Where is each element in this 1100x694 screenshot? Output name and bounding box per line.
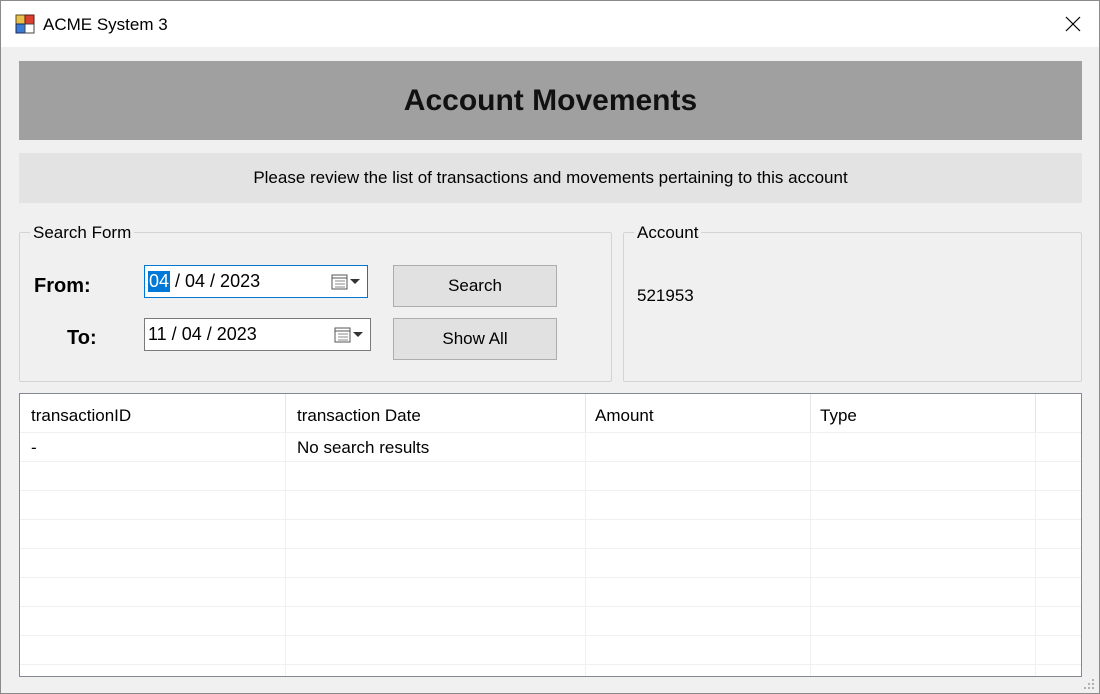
- empty-cell: [286, 491, 586, 519]
- close-button[interactable]: [1047, 1, 1099, 47]
- empty-row: [20, 577, 1081, 606]
- empty-cell: [811, 549, 1036, 577]
- calendar-dropdown-icon[interactable]: [331, 273, 361, 291]
- column-header-transaction-id[interactable]: transactionID: [20, 394, 286, 432]
- cell-type: [811, 433, 1036, 461]
- empty-cell: [286, 520, 586, 548]
- close-icon: [1065, 16, 1081, 32]
- empty-cell: [811, 520, 1036, 548]
- empty-cell: [586, 549, 811, 577]
- to-date-value: 11 / 04 / 2023: [148, 324, 257, 344]
- empty-cell: [811, 636, 1036, 664]
- empty-cell: [811, 462, 1036, 490]
- empty-cell: [586, 665, 811, 676]
- from-date-picker[interactable]: 04 / 04 / 2023: [144, 265, 368, 298]
- to-date-picker[interactable]: 11 / 04 / 2023: [144, 318, 371, 351]
- subtitle-banner: Please review the list of transactions a…: [19, 153, 1082, 203]
- transactions-grid[interactable]: transactionID transaction Date Amount Ty…: [19, 393, 1082, 677]
- empty-row: [20, 490, 1081, 519]
- empty-cell: [20, 665, 286, 676]
- empty-cell: [586, 636, 811, 664]
- page-title: Account Movements: [403, 83, 698, 117]
- empty-cell: [20, 549, 286, 577]
- empty-cell: [20, 578, 286, 606]
- calendar-dropdown-icon[interactable]: [334, 326, 364, 344]
- empty-cell: [20, 636, 286, 664]
- empty-cell: [586, 462, 811, 490]
- search-form-legend: Search Form: [30, 223, 135, 243]
- search-button[interactable]: Search: [393, 265, 557, 307]
- account-number: 521953: [637, 286, 694, 305]
- window-title: ACME System 3: [43, 15, 168, 34]
- cell-amount: [586, 433, 811, 461]
- empty-cell: [586, 607, 811, 635]
- empty-cell: [811, 578, 1036, 606]
- column-header-type[interactable]: Type: [811, 394, 1036, 432]
- empty-row: [20, 461, 1081, 490]
- from-date-rest: / 04 / 2023: [170, 271, 261, 291]
- cell-transaction-date: No search results: [286, 433, 586, 461]
- empty-row: [20, 606, 1081, 635]
- empty-row: [20, 519, 1081, 548]
- empty-cell: [586, 578, 811, 606]
- empty-row: [20, 548, 1081, 577]
- header-banner: Account Movements: [19, 61, 1082, 140]
- table-row[interactable]: - No search results: [20, 432, 1081, 461]
- empty-cell: [811, 607, 1036, 635]
- account-group: Account: [623, 223, 1082, 382]
- to-label: To:: [67, 327, 97, 349]
- empty-row: [20, 635, 1081, 664]
- size-grip-icon[interactable]: [1083, 678, 1095, 690]
- empty-cell: [586, 520, 811, 548]
- grid-header: transactionID transaction Date Amount Ty…: [20, 394, 1081, 432]
- empty-cell: [20, 491, 286, 519]
- empty-row: [20, 664, 1081, 676]
- empty-cell: [286, 578, 586, 606]
- from-date-day[interactable]: 04: [148, 271, 171, 292]
- empty-cell: [20, 520, 286, 548]
- empty-cell: [811, 665, 1036, 676]
- from-label: From:: [34, 275, 91, 297]
- app-window: ACME System 3 Account Movements Please r…: [0, 0, 1100, 694]
- title-bar[interactable]: ACME System 3: [1, 1, 1099, 47]
- empty-cell: [286, 665, 586, 676]
- empty-cell: [286, 549, 586, 577]
- cell-transaction-id: -: [20, 433, 286, 461]
- acme-app-icon: [15, 14, 35, 34]
- empty-cell: [286, 607, 586, 635]
- show-all-button[interactable]: Show All: [393, 318, 557, 360]
- empty-cell: [286, 462, 586, 490]
- empty-cell: [20, 462, 286, 490]
- empty-cell: [286, 636, 586, 664]
- page-subtitle: Please review the list of transactions a…: [253, 168, 848, 187]
- empty-cell: [811, 491, 1036, 519]
- account-legend: Account: [634, 223, 702, 243]
- column-header-transaction-date[interactable]: transaction Date: [286, 394, 586, 432]
- column-header-amount[interactable]: Amount: [586, 394, 811, 432]
- empty-cell: [20, 607, 286, 635]
- empty-cell: [586, 491, 811, 519]
